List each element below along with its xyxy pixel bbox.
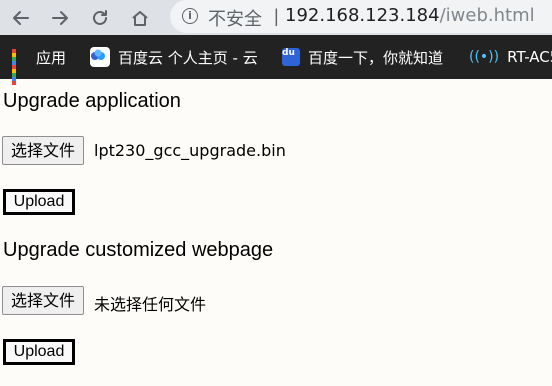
choose-file-button-webpage[interactable]: 选择文件 [2, 286, 85, 315]
browser-toolbar: i 不安全 | 192.168.123.184/iweb.html [0, 0, 552, 35]
url-path: /iweb.html [439, 5, 535, 26]
choose-file-button-application[interactable]: 选择文件 [2, 136, 85, 165]
page-content: Upgrade application 选择文件 lpt230_gcc_upgr… [0, 79, 552, 386]
url-host: 192.168.123.184 [285, 5, 440, 26]
apps-grid-icon [12, 49, 28, 85]
home-icon[interactable] [127, 5, 153, 31]
section-title-webpage: Upgrade customized webpage [3, 239, 274, 261]
baidu-paw-icon: du [282, 48, 300, 66]
security-label[interactable]: 不安全 [208, 5, 262, 31]
selected-file-name-webpage: 未选择任何文件 [94, 295, 207, 314]
address-bar[interactable]: i 不安全 | 192.168.123.184/iweb.html [170, 0, 552, 33]
url-text[interactable]: 192.168.123.184/iweb.html [285, 5, 535, 26]
upload-button-application[interactable]: Upload [3, 189, 75, 215]
info-icon[interactable]: i [182, 8, 198, 24]
bookmark-label: 百度一下，你就知道 [308, 48, 444, 67]
bookmark-apps[interactable]: 应用 [12, 35, 67, 85]
bookmark-baidu-cloud[interactable]: 百度云 个人主页 - 云 [90, 35, 258, 79]
separator: | [274, 6, 279, 26]
baidu-cloud-icon [90, 47, 110, 67]
bookmark-baidu[interactable]: du 百度一下，你就知道 [282, 35, 443, 79]
back-arrow-icon[interactable] [8, 5, 34, 31]
router-signal-icon: ((•)) [469, 49, 500, 65]
bookmark-label: 百度云 个人主页 - 云 [118, 48, 258, 67]
bookmark-label: 应用 [36, 48, 67, 67]
bookmark-label: RT-AC5 [507, 48, 552, 66]
upload-button-webpage[interactable]: Upload [3, 339, 75, 365]
bookmarks-bar: 应用 百度云 个人主页 - 云 du 百度一下，你就知道 ((•)) RT-AC… [0, 35, 552, 85]
reload-icon[interactable] [87, 5, 113, 31]
forward-arrow-icon[interactable] [47, 5, 73, 31]
bookmark-router[interactable]: ((•)) RT-AC5 [469, 35, 552, 79]
selected-file-name-application: lpt230_gcc_upgrade.bin [94, 141, 286, 160]
section-title-application: Upgrade application [3, 90, 181, 112]
